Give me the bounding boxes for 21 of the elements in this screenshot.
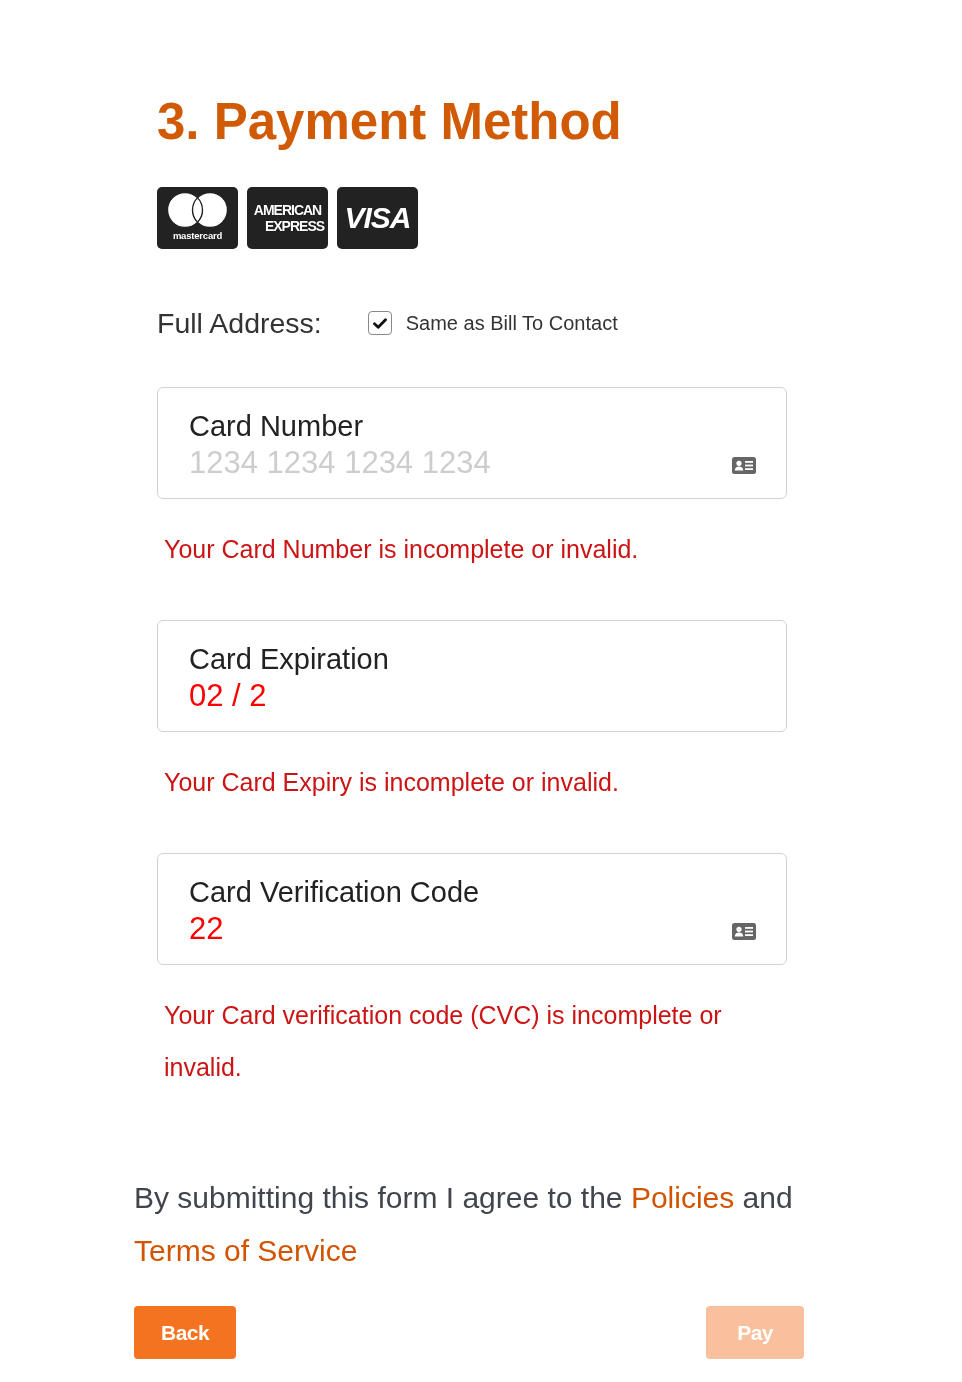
field-label: Card Verification Code: [189, 875, 480, 910]
card-brand-logo: VISA: [337, 187, 418, 249]
error-message: Your Card verification code (CVC) is incomplete or invalid.: [164, 1000, 723, 1083]
checkbox[interactable]: [367, 311, 392, 335]
checkbox-label[interactable]: Same as Bill To Contact: [405, 310, 618, 336]
field-value: 22: [189, 910, 224, 948]
text-link[interactable]: Policies: [630, 1181, 735, 1214]
error-message: Your Card Number is incomplete or invalid.: [164, 534, 640, 565]
checkmark-icon: [372, 317, 387, 329]
field-label: Card Number: [189, 409, 364, 444]
address-label: Full Address:: [157, 306, 322, 341]
field-value: 02 / 2: [189, 677, 267, 715]
card-brand-logo: mastercard: [157, 187, 238, 249]
agreement-text: By submitting this form I agree to the Policies and Terms of Service: [134, 1180, 794, 1269]
input-field[interactable]: Card Expiration 02 / 2: [157, 620, 787, 732]
page-heading: 3. Payment Method: [157, 92, 623, 152]
error-message: Your Card Expiry is incomplete or invalid.: [164, 767, 620, 798]
input-field[interactable]: Card Verification Code 22: [157, 853, 787, 965]
text-link[interactable]: Terms of Service: [134, 1234, 358, 1267]
field-label: Card Expiration: [189, 642, 389, 677]
card-brand-logo: AMERICAN EXPRESS: [247, 187, 328, 249]
